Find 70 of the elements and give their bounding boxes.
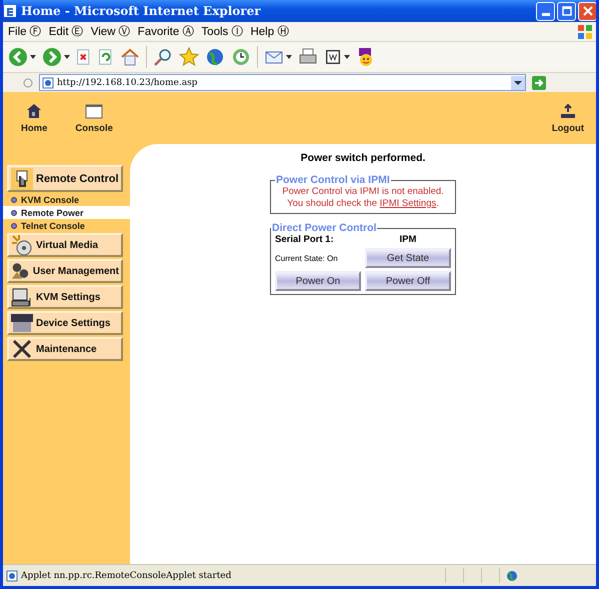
globe-icon[interactable] xyxy=(205,47,225,67)
maximize-icon xyxy=(562,6,572,16)
menu-item[interactable]: File Ⓕ xyxy=(8,24,42,39)
caret-icon[interactable] xyxy=(64,55,70,59)
sidebar-button[interactable]: KVM Settings xyxy=(7,285,123,309)
menu-item[interactable]: View Ⓥ xyxy=(90,24,131,39)
page-icon xyxy=(42,76,54,88)
power-on-button[interactable]: Power On xyxy=(275,271,361,291)
section-icon xyxy=(11,234,33,256)
caret-icon[interactable] xyxy=(30,55,36,59)
period-text: . xyxy=(436,198,439,209)
search-icon[interactable] xyxy=(153,47,173,67)
browser-icon xyxy=(3,4,17,18)
nav-link[interactable]: Home xyxy=(21,102,48,134)
address-field[interactable]: http://192.168.10.23/home.asp xyxy=(39,74,526,91)
port-label: Serial Port 1: xyxy=(275,234,335,245)
menu-item[interactable]: Favorite Ⓐ xyxy=(138,24,194,39)
section-icon xyxy=(11,312,33,334)
section-icon xyxy=(11,338,33,360)
bullet-icon xyxy=(11,196,17,202)
nav-link[interactable]: Console xyxy=(75,102,113,134)
bullet-icon xyxy=(11,210,17,216)
minimize-button[interactable] xyxy=(536,2,555,20)
menu-item[interactable]: Help Ⓗ xyxy=(250,24,290,39)
menu-item[interactable]: Tools Ⓘ xyxy=(201,24,244,39)
sidebar-button[interactable]: Device Settings xyxy=(7,311,123,335)
sidebar-subitem[interactable]: KVM Console xyxy=(3,193,130,206)
sidebar-subitem[interactable]: Remote Power xyxy=(3,206,130,219)
close-icon xyxy=(582,6,592,16)
sidebar-button[interactable]: User Management xyxy=(7,259,123,283)
close-button[interactable] xyxy=(578,2,596,20)
menu-item[interactable]: Edit Ⓔ xyxy=(48,24,84,39)
sidebar-subitem[interactable]: Telnet Console xyxy=(3,219,130,232)
go-icon[interactable] xyxy=(532,76,546,90)
warning-text: Power Control via IPMI is not enabled. xyxy=(281,186,445,198)
logout-link[interactable]: Logout xyxy=(552,102,584,134)
windows-logo-icon xyxy=(577,24,593,40)
get-state-button[interactable]: Get State xyxy=(365,248,451,268)
section-legend: Power Control via IPMI xyxy=(275,174,391,186)
home-icon[interactable] xyxy=(120,47,140,67)
maximize-button[interactable] xyxy=(557,2,576,20)
page-icon xyxy=(6,570,18,582)
bullet-icon xyxy=(11,222,17,228)
section-legend: Direct Power Control xyxy=(271,222,378,234)
window-title: Home - Microsoft Internet Explorer xyxy=(21,4,261,18)
exit-icon xyxy=(558,102,577,118)
window-icon xyxy=(85,102,104,118)
minimize-icon xyxy=(542,12,550,16)
history-icon[interactable] xyxy=(231,47,251,67)
sidebar-button[interactable]: Remote Control xyxy=(7,165,123,192)
section-icon xyxy=(11,286,33,308)
power-off-button[interactable]: Power Off xyxy=(365,271,451,291)
dropdown-icon[interactable] xyxy=(511,76,525,90)
settings-link[interactable]: IPMI Settings xyxy=(380,198,436,209)
status-message: Power switch performed. xyxy=(300,152,426,164)
port-value: IPM xyxy=(398,234,418,245)
caret-icon[interactable] xyxy=(344,55,350,59)
caret-icon[interactable] xyxy=(286,55,292,59)
document-icon[interactable] xyxy=(324,47,342,67)
sidebar-button[interactable]: Maintenance xyxy=(7,337,123,361)
warning-text: You should check the xyxy=(287,198,378,209)
globe-icon xyxy=(506,570,518,582)
state-text: Current State: On xyxy=(275,254,339,262)
sidebar-button[interactable]: Virtual Media xyxy=(7,233,123,257)
house-icon xyxy=(26,102,42,118)
status-text: Applet nn.pp.rc.RemoteConsoleApplet started xyxy=(21,570,232,580)
star-icon[interactable] xyxy=(179,47,199,67)
refresh-icon[interactable] xyxy=(98,47,114,67)
stop-icon[interactable] xyxy=(76,47,92,67)
section-icon xyxy=(11,168,33,190)
